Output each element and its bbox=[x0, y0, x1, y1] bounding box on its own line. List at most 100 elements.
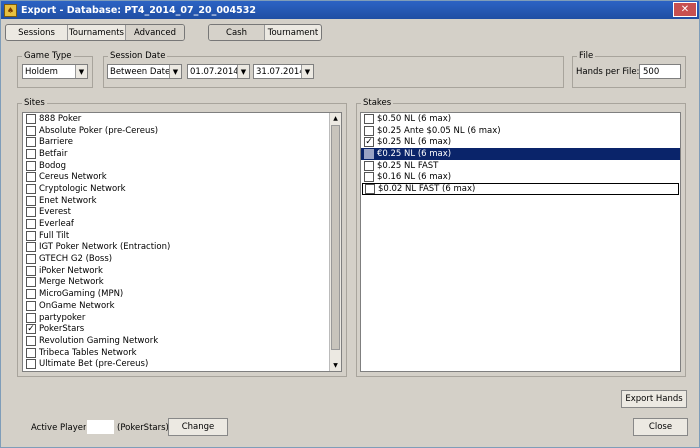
list-item[interactable]: Barriere bbox=[23, 136, 341, 148]
hands-per-file-input[interactable]: 500 bbox=[639, 64, 681, 79]
checkbox[interactable]: ✓ bbox=[26, 324, 36, 335]
checkbox[interactable] bbox=[26, 219, 36, 230]
checkbox[interactable] bbox=[26, 277, 36, 288]
export-hands-button[interactable]: Export Hands bbox=[621, 390, 687, 408]
stakes-legend: Stakes bbox=[361, 98, 394, 108]
list-item[interactable]: Cryptologic Network bbox=[23, 183, 341, 195]
checkbox[interactable] bbox=[364, 160, 374, 171]
session-date-legend: Session Date bbox=[108, 51, 168, 61]
list-item-label: Cereus Network bbox=[39, 172, 107, 183]
tab-tournaments[interactable]: Tournaments bbox=[68, 25, 126, 40]
list-item[interactable]: Cereus Network bbox=[23, 171, 341, 183]
scroll-thumb[interactable] bbox=[331, 125, 340, 350]
checkbox[interactable] bbox=[26, 172, 36, 183]
checkbox[interactable] bbox=[26, 300, 36, 311]
date-from-value: 01.07.2014 bbox=[190, 66, 239, 77]
checkbox[interactable] bbox=[26, 160, 36, 171]
list-item[interactable]: ✓ PokerStars bbox=[23, 323, 341, 335]
checkbox[interactable] bbox=[364, 172, 374, 183]
list-item[interactable]: MicroGaming (MPN) bbox=[23, 288, 341, 300]
checkbox[interactable] bbox=[364, 148, 374, 159]
checkbox[interactable] bbox=[26, 347, 36, 358]
list-item[interactable]: Full Tilt bbox=[23, 230, 341, 242]
list-item[interactable]: Ultimate Bet (pre-Cereus) bbox=[23, 358, 341, 370]
tab-sessions[interactable]: Sessions bbox=[6, 25, 68, 40]
list-item[interactable]: GTECH G2 (Boss) bbox=[23, 253, 341, 265]
list-item[interactable]: ✓ $0.25 NL (6 max) bbox=[361, 136, 680, 148]
list-item[interactable]: Everleaf bbox=[23, 218, 341, 230]
change-button[interactable]: Change bbox=[168, 418, 228, 436]
chevron-down-icon[interactable]: ▼ bbox=[301, 65, 313, 78]
checkbox[interactable] bbox=[26, 207, 36, 218]
sites-list[interactable]: 888 Poker Absolute Poker (pre-Cereus) Barr… bbox=[22, 112, 342, 372]
checkbox[interactable] bbox=[26, 230, 36, 241]
list-item[interactable]: 888 Poker bbox=[23, 113, 341, 125]
window-title: Export - Database: PT4_2014_07_20_004532 bbox=[21, 4, 256, 16]
checkbox[interactable] bbox=[365, 183, 375, 194]
checkbox[interactable] bbox=[26, 242, 36, 253]
chevron-down-icon[interactable]: ▼ bbox=[237, 65, 249, 78]
list-item[interactable]: €0.25 NL (6 max) bbox=[361, 148, 680, 160]
checkbox[interactable]: ✓ bbox=[364, 137, 374, 148]
list-item[interactable]: Absolute Poker (pre-Cereus) bbox=[23, 125, 341, 137]
list-item-label: €0.25 NL (6 max) bbox=[377, 148, 452, 159]
scroll-up-icon[interactable]: ▲ bbox=[330, 113, 341, 124]
close-button[interactable]: Close bbox=[633, 418, 688, 436]
chevron-down-icon[interactable]: ▼ bbox=[75, 65, 87, 78]
checkbox[interactable] bbox=[26, 125, 36, 136]
tab-tournament[interactable]: Tournament bbox=[265, 25, 321, 40]
checkbox[interactable] bbox=[364, 113, 374, 124]
close-icon[interactable]: ✕ bbox=[673, 2, 697, 17]
list-item[interactable]: $0.16 NL (6 max) bbox=[361, 171, 680, 183]
list-item-label: 888 Poker bbox=[39, 113, 82, 124]
list-item-label: Barriere bbox=[39, 137, 74, 148]
checkbox[interactable] bbox=[26, 195, 36, 206]
checkbox[interactable] bbox=[26, 254, 36, 265]
list-item[interactable]: partypoker bbox=[23, 312, 341, 324]
checkbox[interactable] bbox=[26, 183, 36, 194]
scroll-down-icon[interactable]: ▼ bbox=[330, 360, 341, 371]
list-item-label: Everleaf bbox=[39, 219, 74, 230]
date-from-picker[interactable]: 01.07.2014 ▼ bbox=[187, 64, 250, 79]
checkbox[interactable] bbox=[26, 137, 36, 148]
list-item[interactable]: Betfair bbox=[23, 148, 341, 160]
list-item[interactable]: $0.02 NL FAST (6 max) bbox=[362, 183, 679, 195]
list-item[interactable]: Revolution Gaming Network bbox=[23, 335, 341, 347]
date-to-picker[interactable]: 31.07.2014 ▼ bbox=[253, 64, 314, 79]
list-item[interactable]: OnGame Network bbox=[23, 300, 341, 312]
checkbox[interactable] bbox=[26, 312, 36, 323]
app-icon: ♠ bbox=[4, 3, 17, 17]
checkbox[interactable] bbox=[26, 148, 36, 159]
list-item[interactable]: Enet Network bbox=[23, 195, 341, 207]
checkbox[interactable] bbox=[26, 113, 36, 124]
list-item[interactable]: $0.25 Ante $0.05 NL (6 max) bbox=[361, 125, 680, 137]
checkbox[interactable] bbox=[26, 335, 36, 346]
list-item[interactable]: IGT Poker Network (Entraction) bbox=[23, 242, 341, 254]
date-to-value: 31.07.2014 bbox=[256, 66, 305, 77]
checkbox[interactable] bbox=[26, 289, 36, 300]
list-item[interactable]: Tribeca Tables Network bbox=[23, 347, 341, 359]
list-item[interactable]: iPoker Network bbox=[23, 265, 341, 277]
checkbox[interactable] bbox=[364, 125, 374, 136]
game-type-select[interactable]: Holdem ▼ bbox=[22, 64, 88, 79]
tab-cash[interactable]: Cash bbox=[209, 25, 265, 40]
list-item-label: OnGame Network bbox=[39, 300, 115, 311]
checkbox[interactable] bbox=[26, 265, 36, 276]
game-type-value: Holdem bbox=[25, 66, 58, 77]
list-item[interactable]: $0.25 NL FAST bbox=[361, 160, 680, 172]
list-item[interactable]: $0.50 NL (6 max) bbox=[361, 113, 680, 125]
tab-advanced[interactable]: Advanced bbox=[126, 25, 184, 40]
stakes-list[interactable]: $0.50 NL (6 max) $0.25 Ante $0.05 NL (6 m… bbox=[360, 112, 681, 372]
active-player-field[interactable] bbox=[86, 419, 115, 435]
list-item-label: Revolution Gaming Network bbox=[39, 335, 159, 346]
list-item[interactable]: Bodog bbox=[23, 160, 341, 172]
checkbox[interactable] bbox=[26, 359, 36, 370]
sites-scrollbar[interactable]: ▲ ▼ bbox=[329, 113, 341, 371]
list-item-label: IGT Poker Network (Entraction) bbox=[39, 242, 171, 253]
main-tabs: Sessions Tournaments Advanced bbox=[5, 24, 185, 41]
list-item[interactable]: Everest bbox=[23, 207, 341, 219]
list-item[interactable]: Merge Network bbox=[23, 277, 341, 289]
list-item-label: $0.25 NL FAST bbox=[377, 160, 439, 171]
date-mode-select[interactable]: Between Dates ▼ bbox=[107, 64, 182, 79]
chevron-down-icon[interactable]: ▼ bbox=[169, 65, 181, 78]
